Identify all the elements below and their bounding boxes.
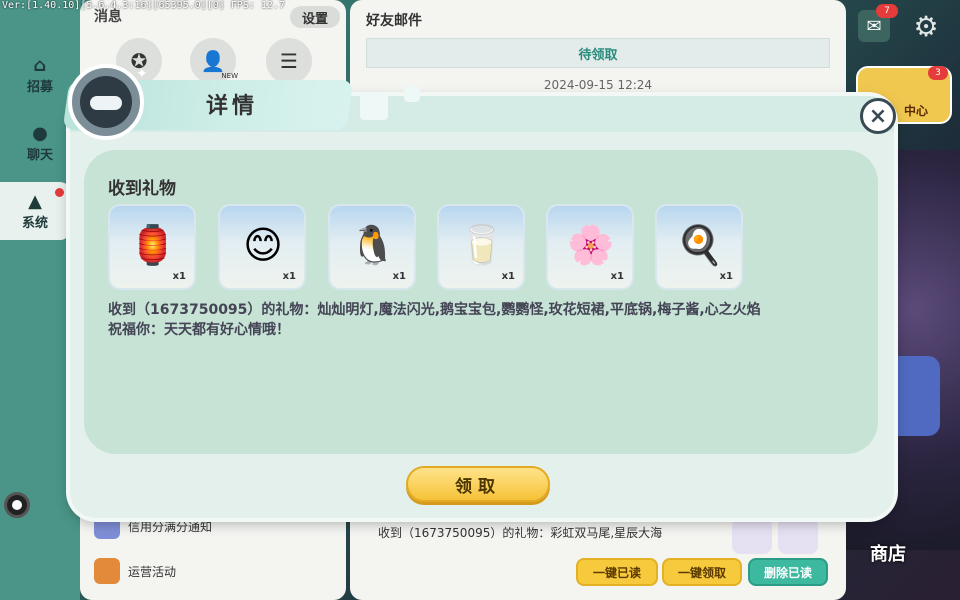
- gift-slot-face[interactable]: 😊 x1: [218, 204, 306, 290]
- debug-info: Ver:[1.40.10][5.6.4.3:16][65395.0][0] FP…: [2, 0, 285, 11]
- close-button[interactable]: ×: [860, 98, 896, 134]
- gift-slot-shoes[interactable]: 🥛 x1: [437, 204, 525, 290]
- dialog-title: 详情: [206, 94, 259, 119]
- gift-quantity: x1: [610, 271, 624, 282]
- gift-slot-frying-pan[interactable]: 🍳 x1: [655, 204, 743, 290]
- gift-quantity: x1: [501, 271, 515, 282]
- shoes-icon: 🥛: [458, 222, 506, 267]
- claim-button[interactable]: 领取: [406, 466, 550, 502]
- gift-message: 收到（1673750095）的礼物：灿灿明灯,魔法闪光,鹅宝宝包,鹦鹦怪,玫花短…: [108, 300, 868, 340]
- gift-quantity: x1: [282, 271, 296, 282]
- avatar: [68, 64, 144, 140]
- gift-slot-penguin-bag[interactable]: 🐧 x1: [328, 204, 416, 290]
- sparkle-icon: ✦: [136, 66, 148, 82]
- gift-quantity: x1: [719, 271, 733, 282]
- gift-message-line: 收到（1673750095）的礼物：灿灿明灯,魔法闪光,鹅宝宝包,鹦鹦怪,玫花短…: [108, 302, 761, 318]
- decoration: [360, 92, 388, 120]
- gift-quantity: x1: [172, 271, 186, 282]
- lantern-icon: 🏮: [129, 222, 177, 267]
- face-makeup-icon: 😊: [243, 223, 283, 267]
- decoration: [404, 86, 420, 102]
- penguin-backpack-icon: 🐧: [349, 222, 397, 267]
- gift-heading: 收到礼物: [108, 179, 176, 199]
- gift-quantity: x1: [392, 271, 406, 282]
- frying-pan-icon: 🍳: [676, 222, 724, 267]
- gift-message-line: 祝福你：天天都有好心情哦！: [108, 322, 290, 338]
- gift-slot-skirt[interactable]: 🌸 x1: [546, 204, 634, 290]
- gift-slot-lantern[interactable]: 🏮 x1: [108, 204, 196, 290]
- ninja-avatar-icon: [80, 76, 132, 128]
- skirt-icon: 🌸: [567, 222, 615, 267]
